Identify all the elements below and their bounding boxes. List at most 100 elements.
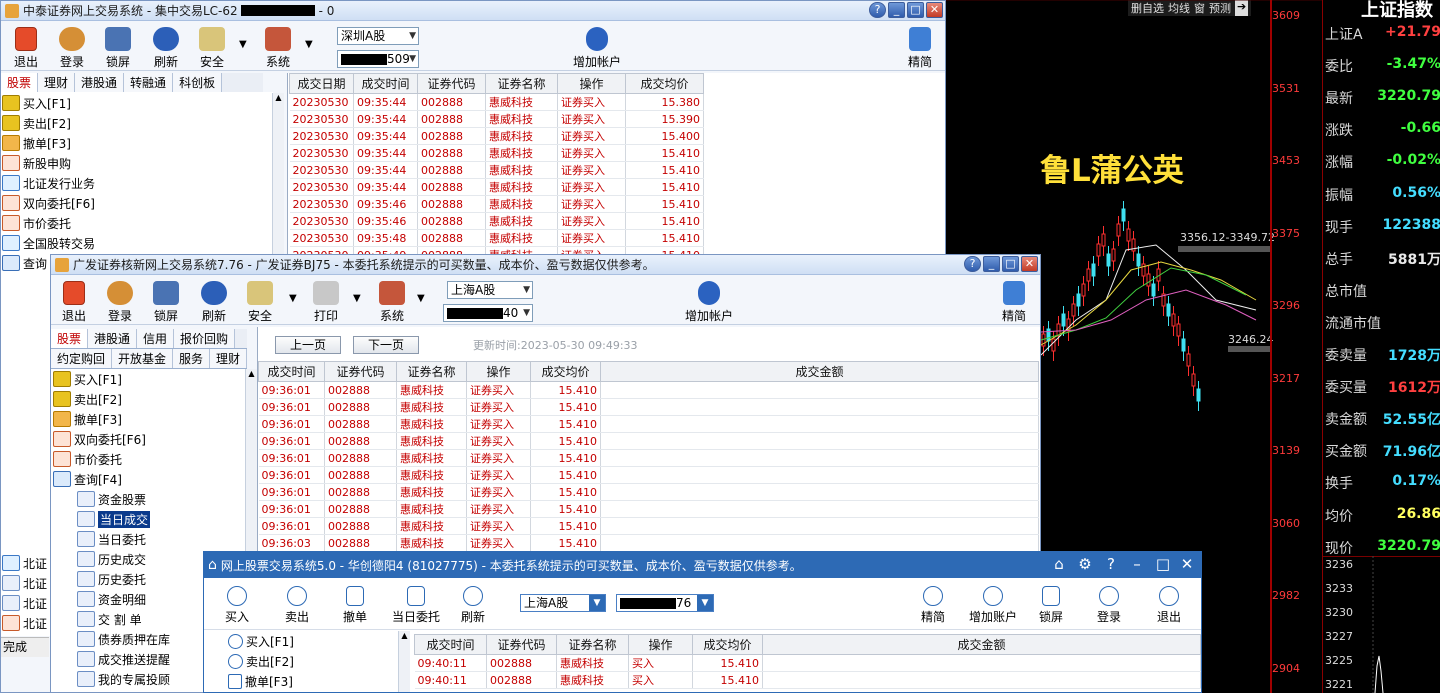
print-dropdown-icon[interactable]: ▼ [353, 293, 361, 304]
tree-sub-trade-push[interactable]: 成交推送提醒 [77, 649, 170, 669]
tree-item-bse-issue[interactable]: 北证发行业务 [2, 173, 95, 193]
close-button[interactable]: ✕ [1021, 256, 1038, 272]
add-account-button[interactable]: 增加帐户 [567, 27, 627, 70]
title-bar[interactable]: 广发证券核新网上交易系统7.76 - 广发证券BJ75 - 本委托系统提示的可买… [51, 255, 1040, 275]
tree-item-cancel[interactable]: 撤单[F3] [53, 409, 122, 429]
table-row[interactable]: 09:36:01 002888 惠威科技 证券买入 15.410 [258, 415, 1039, 433]
minimize-button[interactable]: – [1125, 555, 1149, 573]
tree-item-market-order[interactable]: 市价委托 [53, 449, 122, 469]
column-header[interactable]: 操作 [628, 634, 693, 655]
tab-hk-connect[interactable]: 港股通 [75, 73, 125, 92]
tree-sub-history-orders[interactable]: 历史委托 [77, 569, 146, 589]
login-button[interactable]: 登录 [97, 281, 143, 324]
tree-sub-funds[interactable]: 资金股票 [77, 489, 146, 509]
tree-item-dual-order[interactable]: 双向委托[F6] [2, 193, 95, 213]
close-button[interactable]: ✕ [926, 2, 943, 18]
tree-sub-today-trades[interactable]: 当日成交 [77, 509, 151, 529]
tree-item-query[interactable]: 查询[F4] [53, 469, 122, 489]
tree-item-bse[interactable]: 北证 [2, 613, 47, 633]
minimize-button[interactable]: _ [888, 2, 905, 18]
market-select[interactable]: 深圳A股 ▼ [337, 27, 419, 45]
tree-sub-today-orders[interactable]: 当日委托 [77, 529, 146, 549]
help-icon[interactable]: ? [1099, 555, 1123, 573]
system-dropdown-icon[interactable]: ▼ [417, 293, 425, 304]
tree-sub-advisor[interactable]: 我的专属投顾 [77, 669, 170, 689]
security-button[interactable]: 安全 [189, 27, 235, 70]
tree-item-cancel[interactable]: 撤单[F3] [2, 133, 71, 153]
help-icon[interactable]: ? [964, 256, 981, 272]
table-row[interactable]: 20230530 09:35:44 002888 惠威科技 证券买入 15.380 [289, 93, 704, 111]
buy-button[interactable]: 买入 [214, 586, 260, 625]
tab-agreed-repo[interactable]: 约定购回 [51, 349, 113, 368]
skin-icon[interactable]: ⌂ [1047, 555, 1071, 573]
refresh-button[interactable]: 刷新 [143, 27, 189, 70]
table-row[interactable]: 09:36:01 002888 惠威科技 证券买入 15.410 [258, 466, 1039, 484]
tree-item-buy[interactable]: 买入[F1] [228, 631, 294, 651]
close-button[interactable]: ✕ [1175, 555, 1199, 573]
tree-scrollbar[interactable]: ▲ [398, 631, 410, 692]
column-header[interactable]: 成交时间 [414, 634, 487, 655]
refresh-button[interactable]: 刷新 [191, 281, 237, 324]
lock-button[interactable]: 锁屏 [143, 281, 189, 324]
settings-icon[interactable]: ⚙ [1073, 555, 1097, 573]
column-header[interactable]: 成交金额 [762, 634, 1201, 655]
today-orders-button[interactable]: 当日委托 [386, 586, 446, 625]
tree-item-ipo[interactable]: 新股申购 [2, 153, 71, 173]
scroll-up-icon[interactable]: ▲ [399, 631, 410, 640]
account-select[interactable]: 40 ▼ [443, 304, 533, 322]
table-row[interactable]: 20230530 09:35:48 002888 惠威科技 证券买入 15.410 [289, 229, 704, 247]
tab-hk-connect[interactable]: 港股通 [88, 329, 138, 348]
column-header[interactable]: 成交时间 [353, 73, 418, 94]
tab-quote-repo[interactable]: 报价回购 [174, 329, 236, 348]
column-header[interactable]: 证券代码 [324, 361, 397, 382]
table-row[interactable]: 09:40:11 002888 惠威科技 买入 15.410 [414, 671, 1201, 689]
login-button[interactable]: 登录 [49, 27, 95, 70]
scroll-up-icon[interactable]: ▲ [273, 93, 284, 102]
account-select[interactable]: 509 ▼ [337, 50, 419, 68]
tree-sub-bond-pledge[interactable]: 债券质押在库 [77, 629, 170, 649]
help-icon[interactable]: ? [869, 2, 886, 18]
market-select[interactable]: 上海A股 ▼ [520, 594, 606, 612]
lock-button[interactable]: 锁屏 [95, 27, 141, 70]
column-header[interactable]: 成交均价 [692, 634, 763, 655]
scroll-up-icon[interactable]: ▲ [246, 369, 257, 378]
minimize-button[interactable]: _ [983, 256, 1000, 272]
tree-item-query[interactable]: 查询 [2, 253, 47, 273]
exit-button[interactable]: 退出 [51, 281, 97, 324]
table-row[interactable]: 09:40:11 002888 惠威科技 买入 15.410 [414, 654, 1201, 672]
tree-item-market-order[interactable]: 市价委托 [2, 213, 71, 233]
table-row[interactable]: 09:36:03 002888 惠威科技 证券买入 15.410 [258, 534, 1039, 552]
column-header[interactable]: 证券代码 [417, 73, 486, 94]
table-row[interactable]: 20230530 09:35:44 002888 惠威科技 证券买入 15.400 [289, 127, 704, 145]
maximize-button[interactable]: □ [907, 2, 924, 18]
security-button[interactable]: 安全 [237, 281, 283, 324]
tree-item-dual-order[interactable]: 双向委托[F6] [53, 429, 146, 449]
print-button[interactable]: 打印 [303, 281, 349, 324]
table-row[interactable]: 09:36:01 002888 惠威科技 证券买入 15.410 [258, 398, 1039, 416]
column-header[interactable]: 成交时间 [258, 361, 325, 382]
table-row[interactable]: 09:36:01 002888 惠威科技 证券买入 15.410 [258, 449, 1039, 467]
column-header[interactable]: 成交日期 [289, 73, 354, 94]
column-header[interactable]: 证券名称 [485, 73, 558, 94]
tab-refinancing[interactable]: 转融通 [124, 73, 174, 92]
tab-credit[interactable]: 信用 [137, 329, 175, 348]
table-row[interactable]: 09:36:01 002888 惠威科技 证券买入 15.410 [258, 432, 1039, 450]
maximize-button[interactable]: □ [1002, 256, 1019, 272]
column-header[interactable]: 证券代码 [486, 634, 557, 655]
cancel-order-button[interactable]: 撤单 [332, 586, 378, 625]
system-button[interactable]: 系统 [255, 27, 301, 70]
tree-item-neeq[interactable]: 全国股转交易 [2, 233, 95, 253]
tree-item-cancel[interactable]: 撤单[F3] [228, 671, 293, 691]
tab-stock[interactable]: 股票 [51, 329, 89, 348]
table-row[interactable]: 20230530 09:35:44 002888 惠威科技 证券买入 15.410 [289, 161, 704, 179]
column-header[interactable]: 证券名称 [396, 361, 467, 382]
security-dropdown-icon[interactable]: ▼ [289, 293, 297, 304]
table-row[interactable]: 09:36:01 002888 惠威科技 证券买入 15.410 [258, 500, 1039, 518]
tree-sub-history-trades[interactable]: 历史成交 [77, 549, 146, 569]
table-row[interactable]: 09:36:01 002888 惠威科技 证券买入 15.410 [258, 517, 1039, 535]
tab-finance[interactable]: 理财 [38, 73, 76, 92]
system-button[interactable]: 系统 [369, 281, 415, 324]
compact-button[interactable]: 精简 [897, 27, 943, 70]
tree-item-sell[interactable]: 卖出[F2] [228, 651, 294, 671]
tab-finance[interactable]: 理财 [210, 349, 248, 368]
